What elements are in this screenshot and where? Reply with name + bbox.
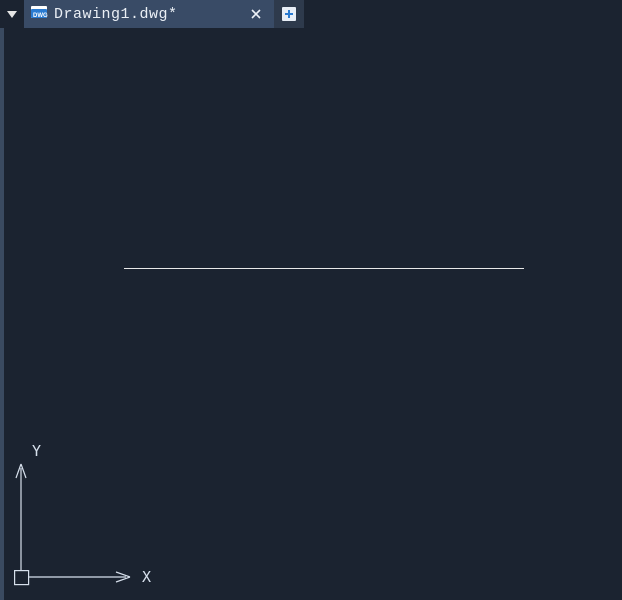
ucs-x-label: X (142, 568, 151, 586)
ucs-y-label: Y (32, 442, 41, 460)
document-tab-bar: DWG Drawing1.dwg* (0, 0, 622, 28)
file-tab-label: Drawing1.dwg* (54, 6, 178, 23)
close-icon (250, 8, 262, 20)
ucs-x-arrow (116, 572, 130, 582)
new-tab-button[interactable] (274, 0, 304, 28)
tab-close-button[interactable] (246, 4, 266, 24)
tab-menu-button[interactable] (0, 0, 24, 28)
plus-icon (281, 6, 297, 22)
ucs-y-arrow (16, 464, 26, 478)
ucs-indicator: Y X (14, 442, 174, 592)
dwg-file-icon: DWG (30, 6, 48, 22)
drawn-line-entity (124, 268, 524, 269)
svg-text:DWG: DWG (33, 13, 48, 19)
ucs-origin-box (15, 571, 29, 585)
drawing-viewport[interactable]: Y X (4, 28, 622, 600)
file-tab-active[interactable]: DWG Drawing1.dwg* (24, 0, 274, 28)
triangle-down-icon (6, 9, 18, 19)
